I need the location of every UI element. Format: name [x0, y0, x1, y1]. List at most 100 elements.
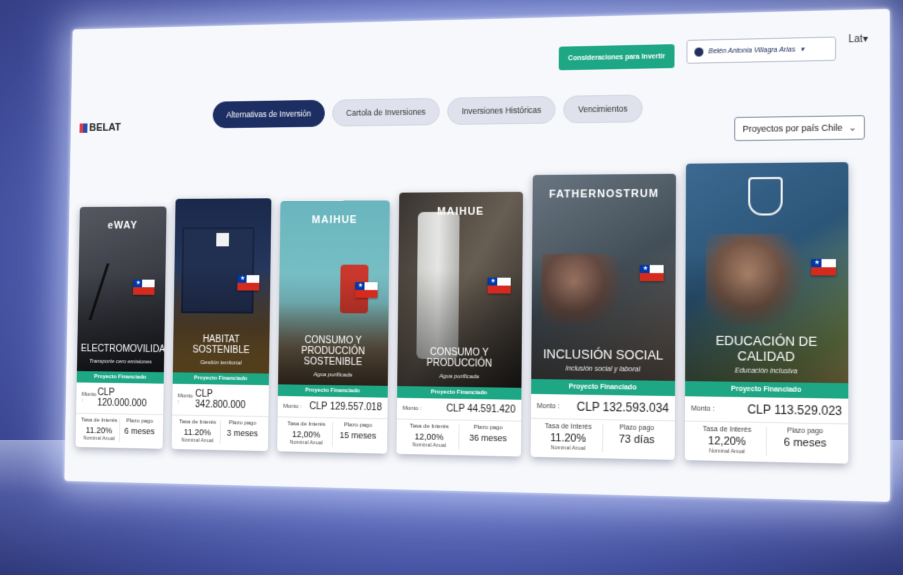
chevron-down-icon: ▾	[800, 46, 805, 54]
project-image: eWAY ★ ELECTROMOVILIDAD Transporte cero …	[76, 206, 167, 373]
plazo-value: 36 meses	[469, 432, 507, 444]
project-subtitle: Gestión territorial	[200, 360, 242, 367]
monto-label: Monto :	[177, 393, 193, 405]
logo-text: BELAT	[89, 122, 121, 134]
monto-label: Monto :	[81, 391, 97, 404]
user-menu-button[interactable]: Belén Antonia Villagra Arias ▾	[686, 36, 837, 64]
nominal-label: Nominal Anual	[412, 442, 446, 449]
monto-row: Monto : CLP 120.000.000	[76, 382, 164, 416]
project-image: MAIHUE ★ CONSUMO Y PRODUCCIÓN SOSTENIBLE…	[278, 200, 390, 386]
chile-flag-icon: ★	[355, 281, 378, 298]
project-subtitle: Transporte cero emisiones	[89, 358, 152, 366]
project-title: HABITAT SOSTENIBLE	[192, 334, 250, 356]
tab-cartola[interactable]: Cartola de Inversiones	[332, 97, 440, 127]
chile-flag-icon: ★	[639, 264, 664, 281]
tasa-label: Tasa de Interés	[409, 423, 449, 431]
caret-down-icon: ▾	[862, 33, 868, 46]
monto-row: Monto : CLP 132.593.034	[530, 393, 676, 422]
consideraciones-button[interactable]: Consideraciones para Invertir	[558, 44, 675, 71]
nominal-label: Nominal Anual	[83, 435, 115, 443]
terms-row: Tasa de Interés 12,00% Nominal Anual Plazo…	[396, 419, 521, 456]
terms-row: Tasa de Interés 11.20% Nominal Anual Plazo…	[172, 415, 269, 451]
project-card[interactable]: ★ EDUCACIÓN DE CALIDAD Educación inclusi…	[684, 162, 849, 464]
project-title: EDUCACIÓN DE CALIDAD	[715, 333, 818, 364]
main-tabs: Alternativas de Inversión Cartola de Inv…	[212, 94, 643, 129]
app-screen: Consideraciones para Invertir Belén Anto…	[64, 8, 891, 502]
project-brand: MAIHUE	[311, 214, 358, 227]
project-card[interactable]: MAIHUE ★ CONSUMO Y PRODUCCIÓN SOSTENIBLE…	[277, 200, 390, 454]
monto-row: Monto : CLP 44.591.420	[396, 397, 522, 422]
plazo-value: 3 meses	[226, 427, 258, 439]
monto-value: CLP 129.557.018	[309, 401, 382, 414]
nominal-label: Nominal Anual	[550, 445, 586, 452]
project-card[interactable]: FATHERNOSTRUM ★ INCLUSIÓN SOCIAL Inclusi…	[530, 173, 676, 460]
project-title: ELECTROMOVILIDAD	[80, 343, 167, 356]
project-image: ★ HABITAT SOSTENIBLE Gestión territorial	[172, 198, 272, 374]
language-selector[interactable]: Lat▾	[848, 34, 868, 46]
project-image: FATHERNOSTRUM ★ INCLUSIÓN SOCIAL Inclusi…	[531, 173, 676, 381]
country-filter-label: Proyectos por país Chile	[742, 122, 843, 134]
user-name: Belén Antonia Villagra Arias	[708, 46, 796, 55]
top-bar: Consideraciones para Invertir Belén Anto…	[72, 9, 890, 85]
monto-label: Monto :	[283, 403, 302, 410]
monto-value: CLP 120.000.000	[97, 387, 147, 410]
monto-value: CLP 44.591.420	[446, 403, 516, 416]
tasa-value: 12,00%	[414, 431, 444, 443]
project-brand: FATHERNOSTRUM	[549, 187, 659, 201]
plazo-label: Plazo pago	[619, 424, 655, 433]
project-cards: eWAY ★ ELECTROMOVILIDAD Transporte cero …	[75, 162, 849, 464]
plazo-label: Plazo pago	[126, 418, 154, 425]
nominal-label: Nominal Anual	[289, 439, 323, 447]
tasa-value: 12,00%	[292, 429, 321, 440]
language-label: Lat	[848, 33, 863, 46]
plazo-value: 15 meses	[339, 430, 377, 441]
nominal-label: Nominal Anual	[708, 448, 745, 456]
plazo-value: 73 días	[618, 433, 655, 447]
monto-value: CLP 132.593.034	[576, 399, 670, 416]
logo: BELAT	[79, 122, 121, 134]
plazo-value: 6 meses	[124, 426, 155, 437]
project-image: MAIHUE ★ CONSUMO Y PRODUCCIÓN Agua purif…	[397, 191, 524, 388]
monto-row: Monto : CLP 113.529.023	[684, 396, 849, 425]
plazo-label: Plazo pago	[343, 422, 373, 429]
monto-value: CLP 113.529.023	[747, 402, 843, 419]
project-image: ★ EDUCACIÓN DE CALIDAD Educación inclusi…	[685, 162, 849, 384]
project-title: INCLUSIÓN SOCIAL	[542, 346, 664, 363]
terms-row: Tasa de Interés 11.20% Nominal Anual Plazo…	[531, 419, 675, 460]
plazo-label: Plazo pago	[228, 420, 257, 427]
terms-row: Tasa de Interés 12,20% Nominal Anual Plazo…	[685, 422, 848, 464]
chile-flag-icon: ★	[811, 259, 836, 276]
monto-row: Monto : CLP 342.800.000	[172, 383, 269, 418]
country-filter-select[interactable]: Proyectos por país Chile ⌄	[734, 115, 865, 142]
monto-label: Monto :	[536, 402, 560, 410]
project-title: CONSUMO Y PRODUCCIÓN	[426, 347, 492, 370]
plazo-label: Plazo pago	[473, 424, 503, 432]
project-brand: eWAY	[107, 219, 138, 232]
monto-value: CLP 342.800.000	[195, 388, 246, 411]
tasa-value: 12,20%	[708, 435, 746, 449]
tab-alternativas[interactable]: Alternativas de Inversión	[212, 99, 326, 129]
tab-historicas[interactable]: Inversiones Históricas	[447, 95, 556, 125]
user-icon	[694, 46, 704, 57]
tasa-label: Tasa de Interés	[178, 419, 217, 426]
project-brand: MAIHUE	[437, 205, 485, 218]
tasa-value: 11.20%	[550, 432, 587, 445]
project-card[interactable]: ★ HABITAT SOSTENIBLE Gestión territorial…	[171, 198, 272, 452]
monto-label: Monto :	[402, 405, 422, 412]
tasa-value: 11.20%	[183, 427, 211, 438]
terms-row: Tasa de Interés 11.20% Nominal Anual Plazo…	[76, 414, 164, 449]
plazo-value: 6 meses	[783, 436, 827, 450]
tasa-value: 11.20%	[85, 425, 113, 436]
tasa-label: Tasa de Interés	[81, 417, 118, 424]
monto-row: Monto : CLP 129.557.018	[277, 395, 388, 420]
project-title: CONSUMO Y PRODUCCIÓN SOSTENIBLE	[301, 335, 365, 368]
chevron-down-icon: ⌄	[848, 121, 857, 133]
tasa-label: Tasa de Interés	[702, 425, 752, 434]
tasa-label: Tasa de Interés	[287, 421, 326, 428]
project-card[interactable]: MAIHUE ★ CONSUMO Y PRODUCCIÓN Agua purif…	[396, 191, 524, 457]
tasa-label: Tasa de Interés	[544, 423, 592, 431]
terms-row: Tasa de Interés 12,00% Nominal Anual Plazo…	[277, 417, 387, 453]
logo-icon	[79, 123, 87, 132]
project-card[interactable]: eWAY ★ ELECTROMOVILIDAD Transporte cero …	[75, 206, 167, 449]
tab-vencimientos[interactable]: Vencimientos	[563, 94, 643, 124]
